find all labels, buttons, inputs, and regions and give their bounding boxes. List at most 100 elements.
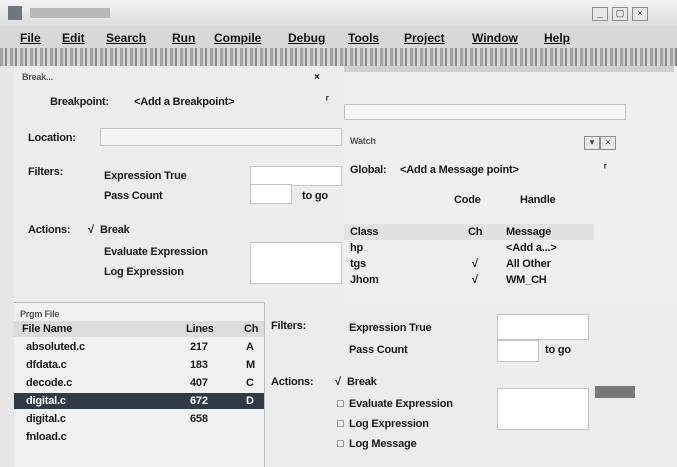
column-ch[interactable]: Ch xyxy=(244,323,258,335)
file-lines: 217 xyxy=(190,341,208,353)
maximize-button[interactable]: ▢ xyxy=(612,7,628,21)
menu-bar xyxy=(0,26,677,48)
minimize-button[interactable]: _ xyxy=(592,7,608,21)
toolbar xyxy=(0,48,677,66)
filters-label: Filters: xyxy=(271,320,307,332)
code-option[interactable]: Code xyxy=(454,194,481,206)
breakpoint-options-dialog: Filters: Expression True Pass Count to g… xyxy=(264,302,677,467)
file-name: digital.c xyxy=(26,413,66,425)
table-cell: hp xyxy=(350,242,364,254)
menu-edit[interactable]: Edit xyxy=(62,31,85,45)
table-cell: Jhom xyxy=(350,274,379,286)
evaluate-expression-action[interactable]: Evaluate Expression xyxy=(104,246,208,258)
break-check-icon[interactable]: √ xyxy=(335,376,341,388)
file-lines: 658 xyxy=(190,413,208,425)
file-lines: 407 xyxy=(190,377,208,389)
log-message-action[interactable]: Log Message xyxy=(349,438,417,450)
global-label: Global: xyxy=(350,164,387,176)
breakpoint-label: Breakpoint: xyxy=(50,96,109,108)
chevron-down-icon[interactable]: ʳ xyxy=(604,162,607,174)
break-action: Break xyxy=(347,376,377,388)
table-cell: tgs xyxy=(350,258,366,270)
menu-project[interactable]: Project xyxy=(404,31,445,45)
actions-label: Actions: xyxy=(271,376,314,388)
menu-run[interactable]: Run xyxy=(172,31,195,45)
search-field[interactable] xyxy=(344,104,626,120)
chevron-down-icon[interactable]: ʳ xyxy=(326,94,329,106)
column-file-name[interactable]: File Name xyxy=(22,323,72,335)
file-name: fnload.c xyxy=(26,431,67,443)
scroll-bar[interactable] xyxy=(595,386,635,398)
actions-label: Actions: xyxy=(28,224,71,236)
file-flag: M xyxy=(246,359,255,371)
ide-window: _ ▢ × File Edit Search Run Compile Debug… xyxy=(0,0,677,467)
file-name: decode.c xyxy=(26,377,73,389)
table-header-bar: Class Ch Message xyxy=(344,224,594,240)
pass-count-label: Pass Count xyxy=(104,190,163,202)
pass-count-suffix: to go xyxy=(545,344,571,356)
menu-debug[interactable]: Debug xyxy=(288,31,325,45)
expression-field[interactable] xyxy=(497,314,589,340)
close-button[interactable]: × xyxy=(632,7,648,21)
table-cell: <Add a...> xyxy=(506,242,557,254)
log-expression-action[interactable]: Log Expression xyxy=(104,266,184,278)
table-row[interactable]: digital.c 658 xyxy=(14,411,264,427)
pass-count-label: Pass Count xyxy=(349,344,408,356)
action-value-field[interactable] xyxy=(250,242,342,284)
close-button[interactable]: × xyxy=(600,136,616,150)
panel-header-bar xyxy=(344,66,674,72)
menu-help[interactable]: Help xyxy=(544,31,570,45)
file-flag: A xyxy=(246,341,254,353)
file-panel: Prgm File File Name Lines Ch absoluted.c… xyxy=(14,302,264,467)
expression-field[interactable] xyxy=(250,166,342,186)
breakpoint-panel: Break... Breakpoint: <Add a Breakpoint> … xyxy=(14,66,344,302)
expression-true-label: Expression True xyxy=(349,322,432,334)
panel-title: Prgm File xyxy=(20,309,60,319)
table-row[interactable]: fnload.c xyxy=(14,429,264,445)
title-bar: _ ▢ × xyxy=(0,0,677,27)
menu-search[interactable]: Search xyxy=(106,31,146,45)
breakpoint-dropdown[interactable]: <Add a Breakpoint> xyxy=(134,96,235,108)
pass-count-field[interactable] xyxy=(497,340,539,362)
file-lines: 672 xyxy=(190,395,208,407)
file-name: dfdata.c xyxy=(26,359,67,371)
table-cell: All Other xyxy=(506,258,551,270)
menu-tools[interactable]: Tools xyxy=(348,31,379,45)
table-row[interactable]: absoluted.c 217 A xyxy=(14,339,264,355)
column-ch[interactable]: Ch xyxy=(468,226,482,238)
column-message[interactable]: Message xyxy=(506,226,551,238)
column-lines[interactable]: Lines xyxy=(186,323,214,335)
handle-option[interactable]: Handle xyxy=(520,194,556,206)
pin-button[interactable]: ▾ xyxy=(584,136,600,150)
panel-title: Break... xyxy=(22,72,53,82)
table-row[interactable]: decode.c 407 C xyxy=(14,375,264,391)
location-label: Location: xyxy=(28,132,76,144)
expression-true-label: Expression True xyxy=(104,170,187,182)
global-dropdown[interactable]: <Add a Message point> xyxy=(400,164,519,176)
checkbox[interactable]: □ xyxy=(337,418,344,430)
close-icon[interactable]: × xyxy=(314,72,320,83)
watch-panel: Watch ▾ × Global: <Add a Message point> … xyxy=(344,66,677,302)
pass-count-field[interactable] xyxy=(250,184,292,204)
table-row[interactable]: dfdata.c 183 M xyxy=(14,357,264,373)
menu-compile[interactable]: Compile xyxy=(214,31,261,45)
action-value-field[interactable] xyxy=(497,388,589,430)
file-lines: 183 xyxy=(190,359,208,371)
column-class[interactable]: Class xyxy=(350,226,379,238)
table-header: File Name Lines Ch xyxy=(14,321,264,337)
filters-label: Filters: xyxy=(28,166,64,178)
table-cell: WM_CH xyxy=(506,274,547,286)
checkbox[interactable]: □ xyxy=(337,438,344,450)
menu-window[interactable]: Window xyxy=(472,31,518,45)
menu-file[interactable]: File xyxy=(20,31,41,45)
location-field[interactable] xyxy=(100,128,342,146)
window-title xyxy=(30,8,110,18)
app-icon xyxy=(8,6,22,20)
table-row-selected[interactable]: digital.c 672 D xyxy=(14,393,264,409)
evaluate-expression-action[interactable]: Evaluate Expression xyxy=(349,398,453,410)
file-name: digital.c xyxy=(26,395,66,407)
log-expression-action[interactable]: Log Expression xyxy=(349,418,429,430)
checkbox[interactable]: □ xyxy=(337,398,344,410)
window-controls: _ ▢ × xyxy=(592,5,672,21)
break-check-icon[interactable]: √ xyxy=(88,224,94,236)
